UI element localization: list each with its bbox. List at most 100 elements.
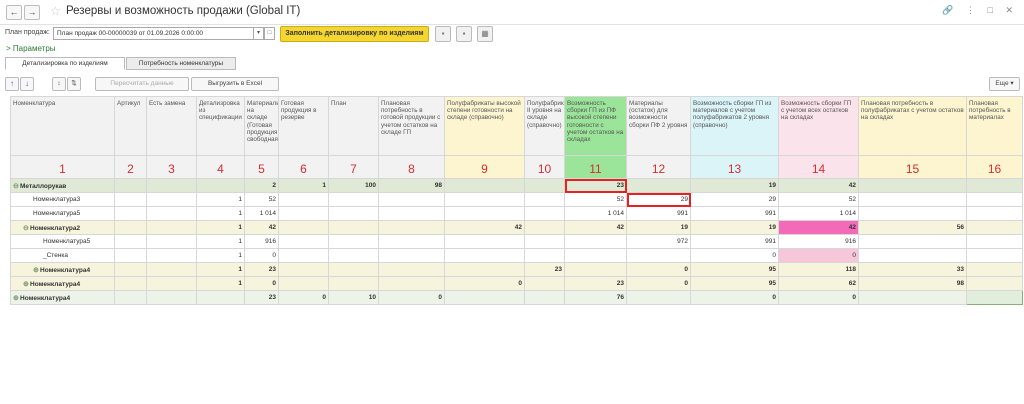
table-cell[interactable]: 1 bbox=[278, 178, 329, 193]
row-name-cell[interactable]: Номенклатура5 bbox=[10, 206, 115, 221]
table-cell[interactable]: 916 bbox=[244, 234, 279, 249]
report-icon[interactable]: ▪ bbox=[456, 26, 472, 42]
table-cell[interactable]: 95 bbox=[690, 262, 779, 277]
table-cell[interactable] bbox=[114, 192, 147, 207]
table-cell[interactable] bbox=[114, 234, 147, 249]
table-cell[interactable]: 19 bbox=[690, 178, 779, 193]
table-cell[interactable]: 62 bbox=[778, 276, 859, 291]
table-cell[interactable] bbox=[278, 220, 329, 235]
table-cell[interactable]: 1 bbox=[196, 248, 245, 263]
table-cell[interactable] bbox=[444, 234, 525, 249]
table-cell[interactable]: 100 bbox=[328, 178, 379, 193]
table-cell[interactable]: 42 bbox=[444, 220, 525, 235]
row-name-cell[interactable]: Номенклатура3 bbox=[10, 192, 115, 207]
table-cell[interactable]: 19 bbox=[690, 220, 779, 235]
export-excel-button[interactable]: Выгрузить в Excel bbox=[191, 77, 279, 91]
header-cell[interactable]: План bbox=[328, 96, 379, 156]
table-cell[interactable] bbox=[146, 206, 197, 221]
back-button[interactable]: ← bbox=[6, 5, 22, 20]
plan-input[interactable]: План продаж 00-00000039 от 01.09.2026 0:… bbox=[53, 27, 254, 40]
table-cell[interactable]: 76 bbox=[564, 290, 627, 305]
table-cell[interactable] bbox=[328, 192, 379, 207]
table-cell[interactable] bbox=[858, 206, 967, 221]
table-cell[interactable]: 42 bbox=[244, 220, 279, 235]
table-cell[interactable] bbox=[328, 234, 379, 249]
header-cell[interactable]: Плановая потребность в полуфабрикатах с … bbox=[858, 96, 967, 156]
table-cell[interactable]: 1 014 bbox=[564, 206, 627, 221]
header-cell[interactable]: Возможность сборки ГП из материалов с уч… bbox=[690, 96, 779, 156]
table-cell[interactable] bbox=[858, 248, 967, 263]
header-cell[interactable]: Готовая продукция в резерве bbox=[278, 96, 329, 156]
table-cell[interactable] bbox=[524, 276, 565, 291]
table-cell[interactable] bbox=[146, 178, 197, 193]
table-cell[interactable] bbox=[146, 262, 197, 277]
table-cell[interactable]: 42 bbox=[778, 178, 859, 193]
header-cell[interactable]: Возможность сборки ГП из ПФ высокой степ… bbox=[564, 96, 627, 156]
header-cell[interactable]: Материалы на складе (Готовая продукция с… bbox=[244, 96, 279, 156]
table-cell[interactable] bbox=[524, 248, 565, 263]
table-cell[interactable] bbox=[278, 234, 329, 249]
table-cell[interactable] bbox=[966, 262, 1023, 277]
table-cell[interactable]: 33 bbox=[858, 262, 967, 277]
table-cell[interactable]: 1 014 bbox=[778, 206, 859, 221]
table-cell[interactable]: 10 bbox=[328, 290, 379, 305]
table-cell[interactable] bbox=[114, 248, 147, 263]
row-name-cell[interactable]: ⊕Номенклатура4 bbox=[10, 262, 115, 277]
table-cell[interactable] bbox=[524, 178, 565, 193]
table-cell[interactable] bbox=[858, 192, 967, 207]
table-cell[interactable]: 52 bbox=[244, 192, 279, 207]
table-cell[interactable] bbox=[378, 262, 445, 277]
table-cell[interactable] bbox=[328, 206, 379, 221]
favorite-star-icon[interactable]: ☆ bbox=[50, 4, 61, 18]
table-cell[interactable] bbox=[524, 206, 565, 221]
table-cell[interactable]: 29 bbox=[626, 192, 691, 207]
table-cell[interactable]: 0 bbox=[378, 290, 445, 305]
table-cell[interactable]: 23 bbox=[524, 262, 565, 277]
table-cell[interactable] bbox=[328, 248, 379, 263]
table-cell[interactable]: 916 bbox=[778, 234, 859, 249]
table-cell[interactable]: 0 bbox=[690, 290, 779, 305]
table-cell[interactable] bbox=[966, 290, 1023, 305]
tab-nomenclature-need[interactable]: Потребность номенклатуры bbox=[126, 57, 236, 70]
table-cell[interactable] bbox=[146, 248, 197, 263]
table-cell[interactable] bbox=[146, 276, 197, 291]
table-cell[interactable]: 0 bbox=[778, 248, 859, 263]
table-cell[interactable]: 42 bbox=[564, 220, 627, 235]
table-cell[interactable] bbox=[378, 234, 445, 249]
table-cell[interactable] bbox=[114, 178, 147, 193]
window-controls[interactable]: 🔗 ⋮ □ ✕ bbox=[942, 5, 1018, 16]
table-cell[interactable] bbox=[858, 290, 967, 305]
collapse-icon[interactable]: ⊖ bbox=[13, 182, 20, 190]
table-cell[interactable] bbox=[378, 220, 445, 235]
row-name-cell[interactable]: Номенклатура5 bbox=[10, 234, 115, 249]
table-cell[interactable]: 1 bbox=[196, 234, 245, 249]
table-cell[interactable] bbox=[626, 178, 691, 193]
table-cell[interactable] bbox=[114, 206, 147, 221]
table-row[interactable]: _Стенка 1 0 0 0 bbox=[10, 248, 1023, 263]
row-name-cell[interactable]: ⊕Номенклатура4 bbox=[10, 276, 115, 291]
table-cell[interactable] bbox=[444, 178, 525, 193]
row-name-cell[interactable]: ⊖Металлорукав bbox=[10, 178, 115, 193]
table-cell[interactable] bbox=[444, 290, 525, 305]
table-cell[interactable] bbox=[524, 234, 565, 249]
table-cell[interactable]: 0 bbox=[444, 276, 525, 291]
table-cell[interactable] bbox=[524, 290, 565, 305]
calc-icon[interactable]: ▦ bbox=[477, 26, 493, 42]
table-cell[interactable] bbox=[444, 248, 525, 263]
row-name-cell[interactable]: ⊕Номенклатура4 bbox=[10, 290, 115, 305]
table-cell[interactable] bbox=[858, 178, 967, 193]
table-cell[interactable] bbox=[196, 178, 245, 193]
header-cell[interactable]: Возможность сборки ГП с учетом всех оста… bbox=[778, 96, 859, 156]
expand-icon[interactable]: ⊕ bbox=[13, 294, 20, 302]
table-cell[interactable] bbox=[524, 220, 565, 235]
table-cell[interactable] bbox=[146, 192, 197, 207]
params-toggle[interactable]: > Параметры bbox=[6, 44, 56, 53]
table-cell[interactable] bbox=[966, 234, 1023, 249]
table-row[interactable]: Номенклатура5 1 1 014 1 014 991 991 1 014 bbox=[10, 206, 1023, 221]
table-cell[interactable]: 991 bbox=[690, 234, 779, 249]
row-name-cell[interactable]: ⊖Номенклатура2 bbox=[10, 220, 115, 235]
table-cell[interactable] bbox=[626, 290, 691, 305]
table-cell[interactable]: 0 bbox=[690, 248, 779, 263]
table-cell[interactable]: 23 bbox=[564, 178, 627, 193]
table-cell[interactable] bbox=[328, 276, 379, 291]
